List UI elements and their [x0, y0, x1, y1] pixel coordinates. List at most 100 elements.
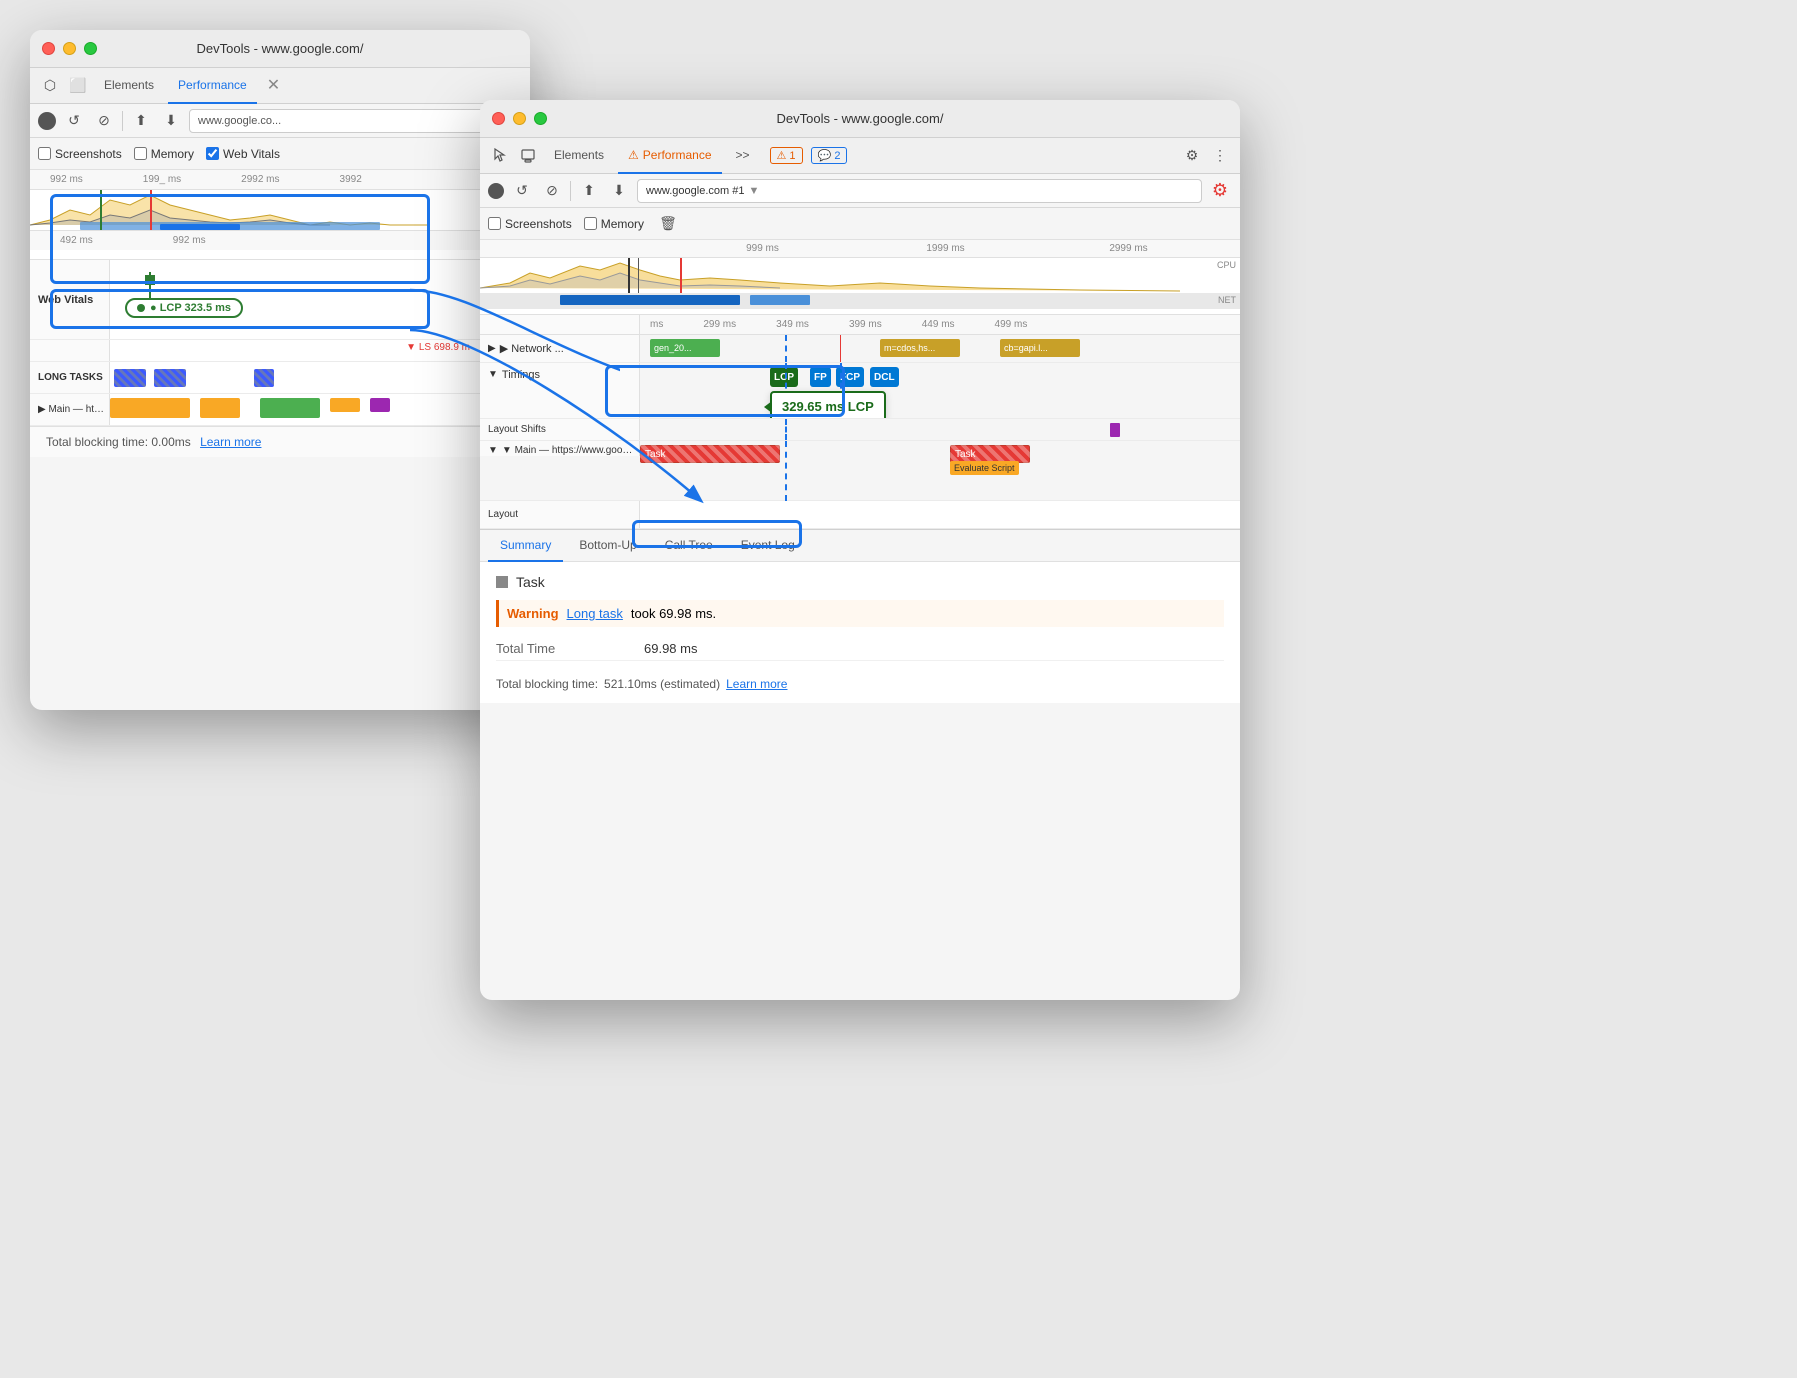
upload-icon-fg[interactable]: ⬆: [577, 179, 601, 203]
devtools-window-foreground: DevTools - www.google.com/ Elements ⚠Per…: [480, 100, 1240, 1000]
web-vitals-track: Web Vitals ● LCP 323.5 ms: [30, 260, 530, 340]
options-bar-bg: Screenshots Memory Web Vitals: [30, 138, 530, 170]
main-track-bg: ▶ Main — https://www.google.com/: [30, 394, 530, 426]
stop-icon-fg[interactable]: ⊘: [540, 179, 564, 203]
minimize-button-bg[interactable]: [63, 42, 76, 55]
reload-icon-bg[interactable]: ↺: [62, 109, 86, 133]
web-vitals-label: Web Vitals: [30, 260, 110, 339]
ruler-bottom-2: 992 ms: [173, 235, 206, 246]
task-title-row: Task: [496, 574, 1224, 590]
time-ruler-fg: ms 299 ms 349 ms 399 ms 449 ms 499 ms: [480, 315, 1240, 335]
url-bar-fg[interactable]: www.google.com #1 ▼: [637, 179, 1202, 203]
warning-badge: ⚠ 1: [770, 147, 803, 164]
download-icon-bg[interactable]: ⬇: [159, 109, 183, 133]
tab-performance-fg[interactable]: ⚠Performance: [618, 138, 721, 174]
titlebar-bg: DevTools - www.google.com/: [30, 30, 530, 68]
dashed-line-4: [785, 419, 787, 440]
tracks-area-bg: Web Vitals ● LCP 323.5 ms ▼ LS 698.9 m: [30, 260, 530, 426]
device-icon-fg[interactable]: [516, 144, 540, 168]
settings-icon2-fg[interactable]: ⚙: [1208, 179, 1232, 203]
long-tasks-label: LONG TASKS: [30, 362, 110, 393]
learn-more-link-fg[interactable]: Learn more: [726, 677, 787, 691]
download-icon-fg[interactable]: ⬇: [607, 179, 631, 203]
total-time-row: Total Time 69.98 ms: [496, 637, 1224, 661]
screenshots-checkbox-bg[interactable]: Screenshots: [38, 147, 122, 161]
layout-shift-bar: [1110, 423, 1120, 437]
layout-row: Layout: [480, 501, 1240, 529]
total-blocking-value-fg: 521.10ms (estimated): [604, 677, 720, 691]
net-bar-3: cb=gapi.l...: [1000, 339, 1080, 357]
upload-icon-bg[interactable]: ⬆: [129, 109, 153, 133]
device-icon[interactable]: ⬜: [66, 74, 90, 98]
network-track-label[interactable]: ▶ ▶ Network ...: [480, 335, 640, 362]
cursor-icon[interactable]: ⬡: [38, 74, 62, 98]
network-track-fg: ▶ ▶ Network ... gen_20... m=cdos,hs... c…: [480, 335, 1240, 363]
close-button-fg[interactable]: [492, 112, 505, 125]
minimize-button-fg[interactable]: [513, 112, 526, 125]
webvitals-checkbox-bg[interactable]: Web Vitals: [206, 147, 280, 161]
ruler-mark-bg-3: 2992 ms: [241, 174, 279, 185]
toolbar2-bg: ↺ ⊘ ⬆ ⬇ www.google.co...: [30, 104, 530, 138]
long-task-bar-1: [114, 369, 146, 387]
total-time-value: 69.98 ms: [644, 641, 697, 656]
tab-event-log-fg[interactable]: Event Log: [729, 530, 807, 562]
layout-shifts-content: [640, 419, 1240, 440]
trash-icon[interactable]: 🗑: [656, 212, 680, 236]
ruler-fg-3: 399 ms: [849, 319, 882, 330]
tab-performance-bg[interactable]: Performance: [168, 68, 257, 104]
cursor-icon-fg[interactable]: [488, 144, 512, 168]
timings-label-text: Timings: [502, 369, 540, 381]
maximize-button-bg[interactable]: [84, 42, 97, 55]
titlebar-fg: DevTools - www.google.com/: [480, 100, 1240, 138]
tab-summary-fg[interactable]: Summary: [488, 530, 563, 562]
settings-icon-fg[interactable]: ⚙: [1180, 144, 1204, 168]
stop-icon-bg[interactable]: ⊘: [92, 109, 116, 133]
net-bar-1: gen_20...: [650, 339, 720, 357]
memory-checkbox-fg[interactable]: Memory: [584, 217, 644, 231]
main-track-label-fg[interactable]: ▼ ▼ Main — https://www.google.com/: [480, 441, 640, 456]
ruler-mark-bg-1: 992 ms: [50, 174, 83, 185]
record-icon-bg[interactable]: [38, 112, 56, 130]
url-bar-bg[interactable]: www.google.co...: [189, 109, 522, 133]
tab-call-tree-fg[interactable]: Call Tree: [653, 530, 725, 562]
dashed-line-1: [785, 335, 787, 362]
red-line-fg: [840, 335, 841, 362]
dashed-line-main: [785, 441, 787, 501]
network-label-text: ▶ Network ...: [500, 342, 564, 355]
tab-bottom-up-fg[interactable]: Bottom-Up: [567, 530, 648, 562]
main-label-bg: ▶ Main — https://www.google.com/: [30, 394, 110, 425]
ruler-mark-bg-4: 3992: [340, 174, 362, 185]
total-time-label: Total Time: [496, 641, 636, 656]
record-icon-fg[interactable]: [488, 183, 504, 199]
lcp-tooltip: 329.65 ms LCP: [770, 391, 886, 418]
ruler-mark-fg-3: 1999 ms: [854, 243, 1037, 254]
tab-elements-fg[interactable]: Elements: [544, 138, 614, 174]
close-button-bg[interactable]: [42, 42, 55, 55]
long-task-bar-2: [154, 369, 186, 387]
long-tasks-content: [110, 362, 530, 393]
ls-content: ▼ LS 698.9 m: [110, 340, 530, 361]
ls-label: [30, 340, 110, 361]
devtools-window-background: DevTools - www.google.com/ ⬡ ⬜ Elements …: [30, 30, 530, 710]
memory-checkbox-bg[interactable]: Memory: [134, 147, 194, 161]
tab-more-fg[interactable]: >>: [726, 138, 760, 174]
ruler-mark-bg-2: 199_ ms: [143, 174, 181, 185]
long-task-link[interactable]: Long task: [567, 606, 623, 621]
more-icon-fg[interactable]: ⋮: [1208, 144, 1232, 168]
ruler-mark-fg-4: 2999 ms: [1037, 243, 1220, 254]
warning-row: Warning Long task took 69.98 ms.: [496, 600, 1224, 627]
layout-shifts-label[interactable]: Layout Shifts: [480, 419, 640, 440]
net-bar-2: m=cdos,hs...: [880, 339, 960, 357]
maximize-button-fg[interactable]: [534, 112, 547, 125]
tooltip-triangle: [764, 401, 772, 413]
screenshots-checkbox-fg[interactable]: Screenshots: [488, 217, 572, 231]
total-blocking-label-fg: Total blocking time:: [496, 677, 598, 691]
tab-close-bg[interactable]: ✕: [261, 68, 286, 104]
timings-track-label[interactable]: ▼ Timings: [480, 363, 640, 418]
reload-icon-fg[interactable]: ↺: [510, 179, 534, 203]
network-track-content: gen_20... m=cdos,hs... cb=gapi.l...: [640, 335, 1240, 362]
learn-more-link-bg[interactable]: Learn more: [200, 435, 261, 449]
ruler-bottom-1: 492 ms: [60, 235, 93, 246]
tab-elements-bg[interactable]: Elements: [94, 68, 164, 104]
ruler-fg-1: 299 ms: [703, 319, 736, 330]
